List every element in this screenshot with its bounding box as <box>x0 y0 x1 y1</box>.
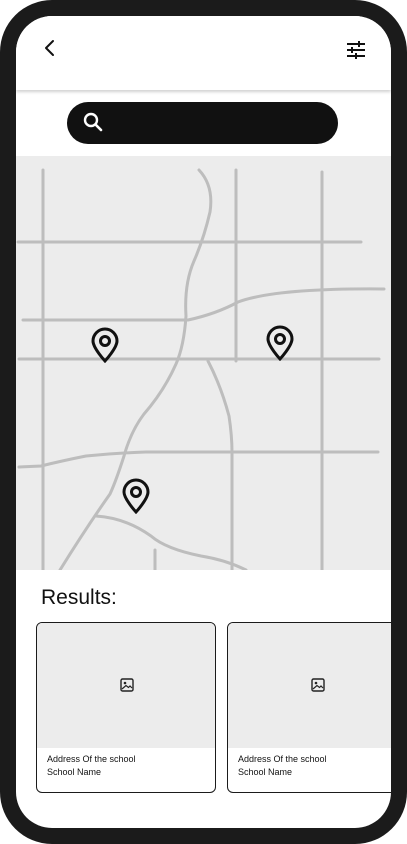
results-heading: Results: <box>41 586 117 609</box>
school-address: Address Of the school <box>47 754 136 764</box>
screen: Results: Address Of the school School Na… <box>16 16 391 828</box>
filter-button[interactable] <box>344 38 368 62</box>
map-roads <box>16 168 386 570</box>
card-image <box>37 623 215 748</box>
phone-frame: Results: Address Of the school School Na… <box>0 0 407 844</box>
map-pin-icon[interactable] <box>121 478 151 514</box>
search-bar[interactable] <box>67 102 338 144</box>
school-name: School Name <box>238 767 293 777</box>
image-icon <box>120 678 134 692</box>
card-image <box>228 623 391 748</box>
image-icon <box>311 678 325 692</box>
map-pin-icon[interactable] <box>90 327 120 363</box>
school-address: Address Of the school <box>238 754 327 764</box>
sliders-icon <box>347 41 365 59</box>
map-pin-icon[interactable] <box>265 325 295 361</box>
result-card[interactable]: Address Of the school School Name <box>227 622 391 793</box>
search-input[interactable] <box>115 108 319 140</box>
map-view[interactable] <box>16 156 391 570</box>
result-card[interactable]: Address Of the school School Name <box>36 622 216 793</box>
top-app-bar <box>16 16 391 90</box>
back-button[interactable] <box>38 36 62 60</box>
search-icon <box>83 112 103 132</box>
school-name: School Name <box>47 767 102 777</box>
chevron-left-icon <box>45 40 54 56</box>
